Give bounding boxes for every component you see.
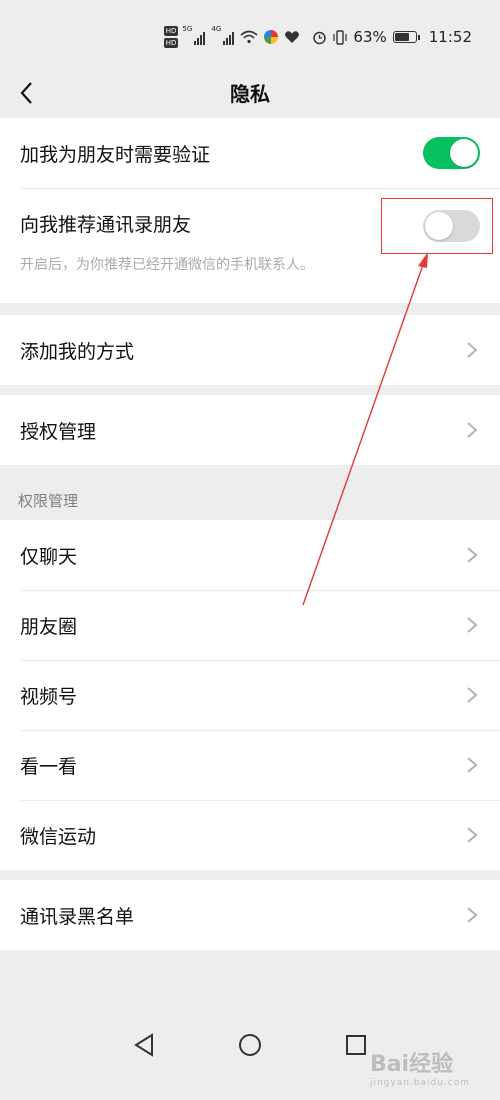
verify-row[interactable]: 加我为朋友时需要验证 <box>0 118 500 188</box>
annotation-highlight-box <box>381 198 493 254</box>
hd-indicator: HD HD <box>163 26 179 48</box>
watermark-brand: Bai经验 <box>369 1052 454 1077</box>
status-icons: HD HD 5G 4G 63% 11:52 <box>163 25 472 48</box>
hd1-label: HD <box>163 26 179 36</box>
watermark: Bai经验 jingyan.baidu.com <box>370 1046 470 1088</box>
toggle-knob <box>450 139 478 167</box>
chevron-right-icon <box>467 547 478 563</box>
recommend-hint: 开启后，为你推荐已经开通微信的手机联系人。 <box>20 257 314 273</box>
wifi-icon <box>240 30 258 44</box>
clock: 11:52 <box>428 28 472 46</box>
blacklist-row[interactable]: 通讯录黑名单 <box>0 880 500 950</box>
auth-group: 授权管理 <box>0 395 500 465</box>
verify-toggle[interactable] <box>423 137 480 169</box>
heart-icon <box>285 31 300 43</box>
permission-label: 仅聊天 <box>20 545 78 568</box>
system-recents-icon[interactable] <box>341 1030 371 1060</box>
list-item[interactable]: 微信运动 <box>0 800 500 870</box>
chevron-right-icon <box>467 757 478 773</box>
chevron-right-icon <box>467 907 478 923</box>
alarm-icon <box>313 31 327 44</box>
permission-label: 朋友圈 <box>20 615 78 638</box>
list-item[interactable]: 看一看 <box>0 730 500 800</box>
battery-percent: 63% <box>353 28 387 46</box>
system-back-icon[interactable] <box>130 1030 160 1060</box>
permission-label: 视频号 <box>20 685 78 708</box>
signal-4g-icon: 4G <box>211 25 235 45</box>
system-nav-bar: Bai经验 jingyan.baidu.com <box>0 1010 500 1100</box>
blacklist-group: 通讯录黑名单 <box>0 880 500 950</box>
chevron-right-icon <box>467 422 478 438</box>
vibrate-icon <box>333 29 348 45</box>
auth-row[interactable]: 授权管理 <box>0 395 500 465</box>
hd2-label: HD <box>163 38 179 48</box>
battery-icon <box>392 31 420 43</box>
net2-label: 4G <box>211 25 222 33</box>
nav-bar: 隐私 <box>0 72 500 118</box>
blacklist-label: 通讯录黑名单 <box>20 905 135 928</box>
verify-label: 加我为朋友时需要验证 <box>20 143 211 166</box>
net1-label: 5G <box>182 25 193 33</box>
system-home-icon[interactable] <box>235 1030 265 1060</box>
app-notification-icon <box>264 30 279 44</box>
list-item[interactable]: 仅聊天 <box>0 520 500 590</box>
signal-5g-icon: 5G <box>182 25 206 45</box>
permissions-header: 权限管理 <box>18 492 79 510</box>
list-item[interactable]: 视频号 <box>0 660 500 730</box>
chevron-right-icon <box>467 827 478 843</box>
watermark-url: jingyan.baidu.com <box>369 1078 470 1088</box>
list-item[interactable]: 朋友圈 <box>0 590 500 660</box>
chevron-right-icon <box>467 342 478 358</box>
chevron-right-icon <box>467 617 478 633</box>
add-methods-label: 添加我的方式 <box>20 340 135 363</box>
permissions-group: 仅聊天 朋友圈 视频号 看一看 微信运动 <box>0 520 500 870</box>
chevron-right-icon <box>467 687 478 703</box>
status-bar: HD HD 5G 4G 63% 11:52 <box>0 0 500 72</box>
page-title: 隐私 <box>230 82 270 106</box>
add-methods-group: 添加我的方式 <box>0 315 500 385</box>
recommend-label: 向我推荐通讯录朋友 <box>20 214 192 236</box>
add-methods-row[interactable]: 添加我的方式 <box>0 315 500 385</box>
permission-label: 看一看 <box>20 755 78 778</box>
permission-label: 微信运动 <box>20 825 97 848</box>
auth-label: 授权管理 <box>20 420 97 443</box>
